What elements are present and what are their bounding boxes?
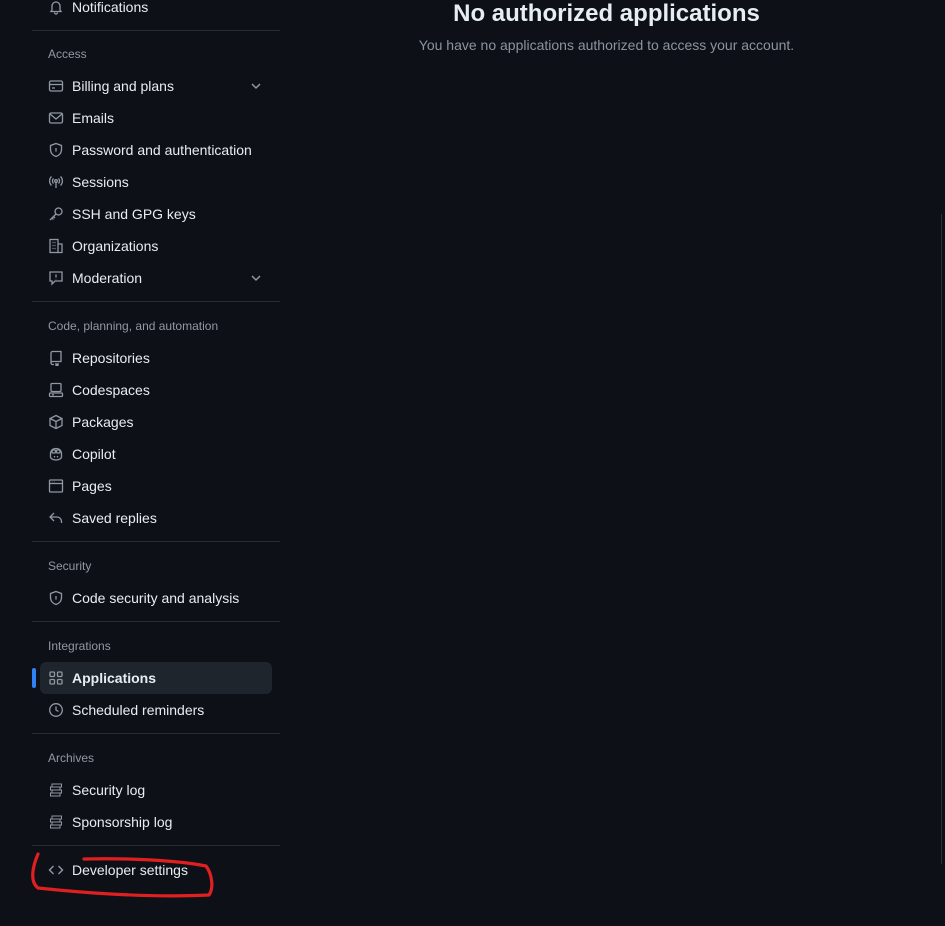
codespaces-icon <box>48 382 64 398</box>
sidebar-item-emails[interactable]: Emails <box>40 102 272 134</box>
reply-icon <box>48 510 64 526</box>
sidebar-item-label: Packages <box>72 414 134 430</box>
sidebar-item-label: Sponsorship log <box>72 814 173 830</box>
sidebar-item-label: Saved replies <box>72 510 157 526</box>
key-icon <box>48 206 64 222</box>
sidebar-item-password-authentication[interactable]: Password and authentication <box>40 134 272 166</box>
sidebar-item-label: Security log <box>72 782 146 798</box>
sidebar-item-label: Billing and plans <box>72 78 174 94</box>
sidebar-item-label: Emails <box>72 110 115 126</box>
sidebar-item-codespaces[interactable]: Codespaces <box>40 374 272 406</box>
sidebar-item-packages[interactable]: Packages <box>40 406 272 438</box>
clock-icon <box>48 702 64 718</box>
repo-icon <box>48 350 64 366</box>
report-icon <box>48 270 64 286</box>
empty-state-description: You have no applications authorized to a… <box>418 37 795 53</box>
sidebar-item-security-log[interactable]: Security log <box>40 774 272 806</box>
scrollbar-track[interactable] <box>941 214 942 864</box>
codescan-icon <box>48 590 64 606</box>
browser-icon <box>48 478 64 494</box>
sidebar-item-developer-settings[interactable]: Developer settings <box>40 854 272 886</box>
sidebar-item-pages[interactable]: Pages <box>40 470 272 502</box>
sidebar-item-label: Notifications <box>72 0 149 15</box>
sidebar-item-label: Copilot <box>72 446 116 462</box>
shield-lock-icon <box>48 142 64 158</box>
sidebar-item-repositories[interactable]: Repositories <box>40 342 272 374</box>
sidebar-item-sessions[interactable]: Sessions <box>40 166 272 198</box>
log-icon <box>48 814 64 830</box>
sidebar-divider <box>32 30 280 31</box>
copilot-icon <box>48 446 64 462</box>
chevron-down-icon[interactable] <box>248 270 264 286</box>
sidebar-divider <box>32 301 280 302</box>
sidebar-item-saved-replies[interactable]: Saved replies <box>40 502 272 534</box>
sidebar-item-code-security-analysis[interactable]: Code security and analysis <box>40 582 272 614</box>
credit-card-icon <box>48 78 64 94</box>
sidebar-item-moderation[interactable]: Moderation <box>40 262 272 294</box>
sidebar-item-ssh-gpg-keys[interactable]: SSH and GPG keys <box>40 198 272 230</box>
sidebar-item-label: SSH and GPG keys <box>72 206 196 222</box>
sidebar-item-sponsorship-log[interactable]: Sponsorship log <box>40 806 272 838</box>
sidebar-item-copilot[interactable]: Copilot <box>40 438 272 470</box>
broadcast-icon <box>48 174 64 190</box>
sidebar-item-label: Organizations <box>72 238 159 254</box>
package-icon <box>48 414 64 430</box>
section-heading-code-planning: Code, planning, and automation <box>48 319 219 333</box>
sidebar-divider <box>32 845 280 846</box>
sidebar-item-applications[interactable]: Applications <box>32 662 272 694</box>
empty-state-title: No authorized applications <box>453 0 760 27</box>
apps-icon <box>48 670 64 686</box>
section-heading-access: Access <box>48 47 87 61</box>
section-heading-security: Security <box>48 559 92 573</box>
active-indicator <box>32 668 36 688</box>
sidebar-item-label: Password and authentication <box>72 142 252 158</box>
organization-icon <box>48 238 64 254</box>
sidebar-divider <box>32 541 280 542</box>
main-content: No authorized applications You have no a… <box>300 0 913 53</box>
sidebar-item-billing[interactable]: Billing and plans <box>40 70 272 102</box>
bell-icon <box>48 0 64 15</box>
sidebar-divider <box>32 733 280 734</box>
settings-page: No authorized applications You have no a… <box>0 0 945 926</box>
sidebar-item-label: Scheduled reminders <box>72 702 205 718</box>
sidebar-item-label: Pages <box>72 478 112 494</box>
sidebar-item-organizations[interactable]: Organizations <box>40 230 272 262</box>
section-heading-archives: Archives <box>48 751 95 765</box>
mail-icon <box>48 110 64 126</box>
code-icon <box>48 862 64 878</box>
sidebar-divider <box>32 621 280 622</box>
log-icon <box>48 782 64 798</box>
sidebar-item-scheduled-reminders[interactable]: Scheduled reminders <box>40 694 272 726</box>
sidebar-item-notifications[interactable]: Notifications <box>40 0 272 23</box>
sidebar-item-label: Codespaces <box>72 382 150 398</box>
sidebar-item-label: Moderation <box>72 270 143 286</box>
sidebar-item-label: Code security and analysis <box>72 590 240 606</box>
sidebar-item-label: Developer settings <box>72 862 188 878</box>
chevron-down-icon[interactable] <box>248 78 264 94</box>
section-heading-integrations: Integrations <box>48 639 111 653</box>
sidebar-item-label: Applications <box>72 670 157 686</box>
sidebar-item-label: Repositories <box>72 350 150 366</box>
sidebar-item-label: Sessions <box>72 174 129 190</box>
